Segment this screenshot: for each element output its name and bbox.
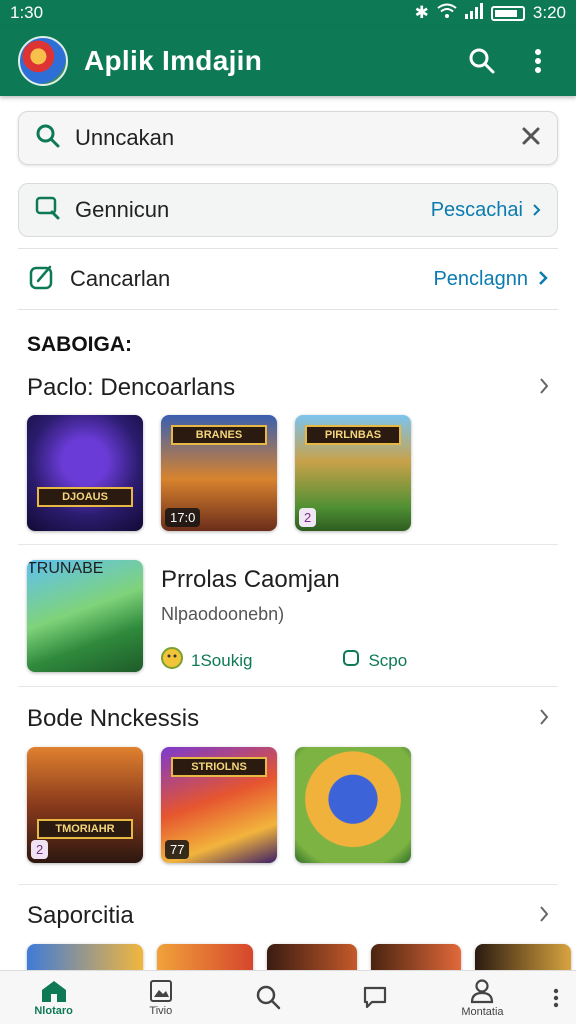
game-thumbnail[interactable]: DJOAUS (27, 415, 143, 531)
section-caption: SABOIGA: (27, 333, 132, 356)
chevron-right-icon[interactable] (539, 708, 549, 730)
app-title: Aplik Imdajin (84, 45, 263, 76)
status-time: 1:30 (10, 3, 44, 22)
game-thumbnail[interactable]: PIRLNBAS 2 (295, 415, 411, 531)
section-header-2[interactable]: Bode Nnckessis (27, 705, 549, 733)
nav-games-label: Tivio (149, 1004, 173, 1017)
game-row-3 (27, 944, 571, 970)
app-avatar[interactable] (18, 36, 68, 86)
game-thumbnail[interactable]: BRANES 17:0 (161, 415, 277, 531)
meta-rating-text: 1Soukig (191, 650, 253, 670)
section-header-1[interactable]: Paclo: Dencoarlans (27, 374, 549, 402)
game-thumbnail[interactable] (475, 944, 571, 970)
section-title: Saporcitia (27, 902, 134, 929)
game-banner: TMORIAHR (37, 819, 133, 839)
featured-subtitle: Nlpaodoonebn) (161, 604, 285, 624)
chevron-right-icon[interactable] (539, 905, 549, 927)
meta-size-text: Scpo (368, 650, 408, 670)
game-badge: 2 (299, 508, 317, 527)
signal-icon (464, 2, 483, 24)
nav-profile[interactable]: Montatia (429, 978, 536, 1018)
search-field-icon (35, 123, 61, 154)
search-icon (256, 985, 281, 1009)
game-banner: PIRLNBAS (305, 425, 401, 445)
search-bar[interactable]: Unncakan (18, 111, 558, 165)
divider (18, 544, 558, 545)
nav-row-link-text: Penclagnn (433, 267, 528, 290)
game-row-2: TMORIAHR 2 STRIOLNS 77 (27, 747, 411, 863)
status-icons: ✱ 3:20 (414, 2, 566, 24)
search-input[interactable]: Unncakan (75, 125, 521, 151)
status-clock-right: 3:20 (532, 3, 566, 22)
game-thumbnail[interactable] (371, 944, 461, 970)
section-title: Bode Nnckessis (27, 705, 200, 732)
person-icon (471, 978, 494, 1003)
search-icon[interactable] (462, 41, 502, 81)
nav-profile-label: Montatia (461, 1005, 504, 1018)
divider (18, 686, 558, 687)
nav-search[interactable] (214, 984, 321, 1012)
game-banner: DJOAUS (37, 487, 133, 507)
status-bar: 1:30 ✱ 3:20 (0, 0, 576, 26)
game-badge: 77 (165, 840, 190, 859)
game-thumbnail[interactable] (295, 747, 411, 863)
nav-row-label: Cancarlan (70, 266, 171, 291)
filter-row-label: Gennicun (75, 197, 170, 222)
nav-games[interactable]: Tivio (107, 979, 214, 1017)
wifi-icon (437, 3, 457, 24)
battery-icon (490, 5, 525, 21)
game-badge: 2 (31, 840, 49, 859)
featured-game[interactable]: TRUNABE Prrolas Caomjan Nlpaodoonebn) 1S… (27, 560, 549, 672)
image-icon (149, 979, 172, 1002)
chevron-right-icon (533, 199, 541, 222)
filter-row-link-text: Pescachai (430, 198, 523, 221)
game-banner: STRIOLNS (171, 757, 267, 777)
featured-body: Prrolas Caomjan Nlpaodoonebn) 1Soukig Sc… (161, 560, 549, 672)
nav-row[interactable]: Cancarlan Penclagnn (18, 248, 558, 310)
nav-home-label: Nlotaro (34, 1004, 73, 1017)
filter-row-link[interactable]: Pescachai (431, 199, 541, 222)
game-thumbnail[interactable] (157, 944, 253, 970)
rounded-square-icon (342, 649, 360, 672)
clear-icon[interactable] (521, 126, 541, 151)
game-thumbnail[interactable] (27, 944, 143, 970)
game-badge: 17:0 (165, 508, 201, 527)
app-bar: Aplik Imdajin (0, 26, 576, 96)
game-banner: BRANES (171, 425, 267, 445)
nav-messages[interactable] (322, 985, 429, 1011)
section-header-3[interactable]: Saporcitia (27, 902, 549, 930)
chevron-right-icon (538, 268, 548, 291)
game-row-1: DJOAUS BRANES 17:0 PIRLNBAS 2 (27, 415, 411, 531)
nav-home[interactable]: Nlotaro (0, 979, 107, 1017)
divider (18, 884, 558, 885)
more-vert-icon[interactable] (518, 41, 558, 81)
meta-size: Scpo (342, 649, 407, 672)
emoji-icon (161, 647, 183, 674)
featured-meta: 1Soukig Scpo (161, 647, 549, 674)
home-icon (41, 980, 66, 1002)
game-banner: TRUNABE (27, 560, 104, 577)
chat-search-icon (35, 195, 61, 226)
featured-thumbnail[interactable]: TRUNABE (27, 560, 143, 672)
filter-row[interactable]: Gennicun Pescachai (18, 183, 558, 237)
bottom-nav: Nlotaro Tivio Montatia (0, 970, 576, 1024)
section-title: Paclo: Dencoarlans (27, 374, 236, 401)
nav-row-link[interactable]: Penclagnn (433, 268, 548, 291)
edit-box-icon (28, 263, 56, 296)
game-thumbnail[interactable]: TMORIAHR 2 (27, 747, 143, 863)
featured-title: Prrolas Caomjan (161, 566, 340, 593)
game-thumbnail[interactable]: STRIOLNS 77 (161, 747, 277, 863)
chevron-right-icon[interactable] (539, 377, 549, 399)
more-vert-icon[interactable] (536, 988, 576, 1008)
game-thumbnail[interactable] (267, 944, 357, 970)
meta-rating: 1Soukig (161, 647, 252, 674)
chat-icon (364, 986, 387, 1008)
bluetooth-icon: ✱ (414, 3, 429, 22)
